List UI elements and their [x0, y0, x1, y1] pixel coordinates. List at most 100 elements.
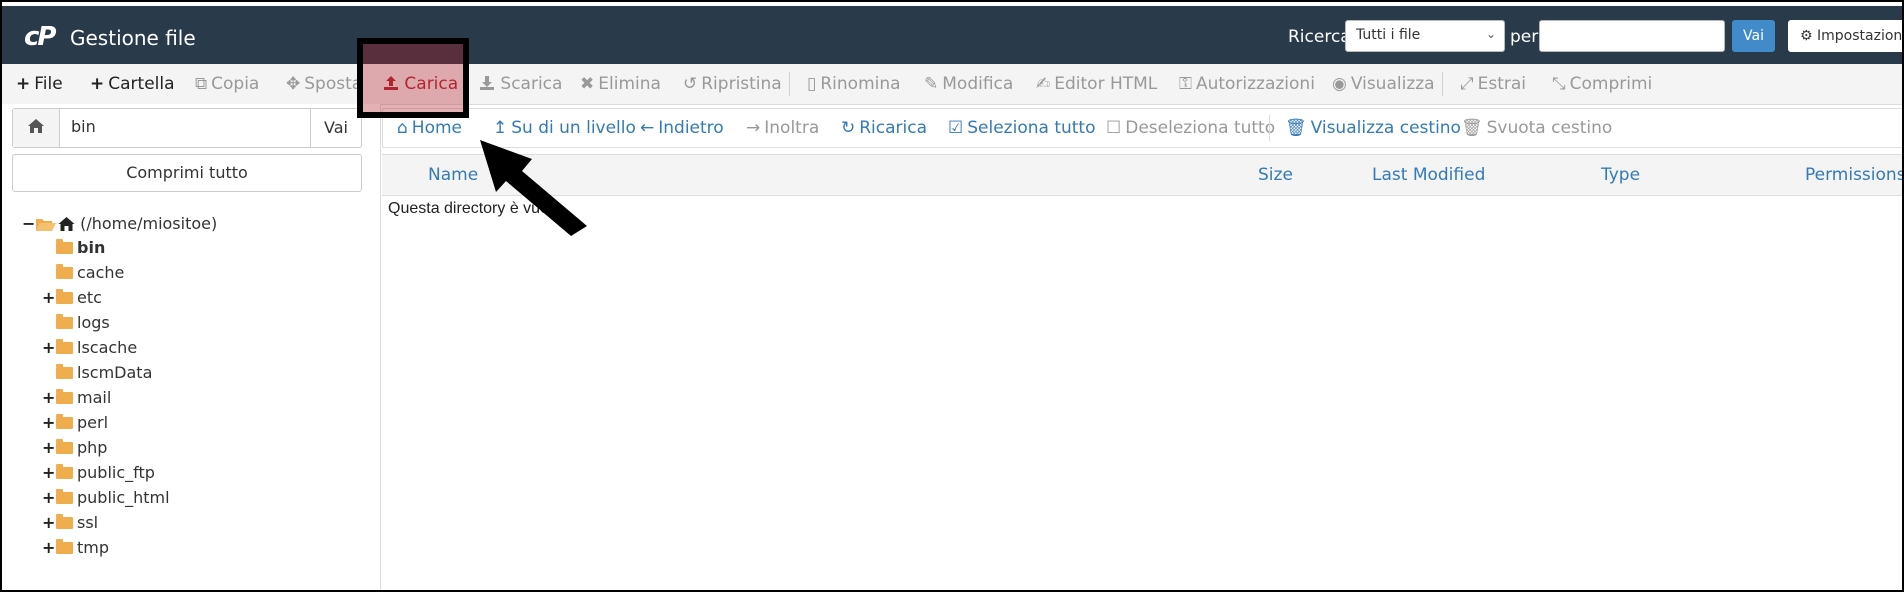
tree-item-tmp[interactable]: + tmp — [42, 538, 109, 562]
tree-item-mail[interactable]: + mail — [42, 388, 111, 412]
home-icon: ⌂ — [397, 118, 408, 138]
tree-item-label: perl — [77, 413, 109, 432]
tree-item-perl[interactable]: + perl — [42, 413, 108, 437]
collapse-toggle-icon[interactable]: − — [22, 214, 36, 233]
reload-button[interactable]: ↻ Ricarica — [841, 118, 927, 138]
column-size[interactable]: Size — [1258, 165, 1293, 185]
new-folder-button[interactable]: + Cartella — [90, 74, 175, 94]
view-button[interactable]: ◉ Visualizza — [1332, 74, 1435, 94]
folder-icon — [56, 539, 73, 554]
view-trash-button[interactable]: 🗑 Visualizza cestino — [1285, 118, 1461, 138]
tree-item-ssl[interactable]: + ssl — [42, 513, 98, 537]
settings-button[interactable]: ⚙ Impostazioni — [1788, 20, 1902, 52]
tree-root-label: (/home/miositoe) — [80, 214, 218, 233]
tree-item-lscache[interactable]: + lscache — [42, 338, 137, 362]
tree-item-logs[interactable]: logs — [42, 313, 110, 337]
tree-item-php[interactable]: + php — [42, 438, 107, 462]
folder-icon — [56, 439, 73, 454]
file-table-header: Name Size Last Modified Type Permissions — [382, 154, 1902, 196]
extract-button[interactable]: ⤢ Estrai — [1460, 74, 1526, 94]
rename-button[interactable]: ▯ Rinomina — [807, 74, 901, 94]
tree-item-cache[interactable]: cache — [42, 263, 124, 287]
tree-root[interactable]: − (/home/miositoe) — [22, 214, 217, 238]
tree-item-bin[interactable]: bin — [42, 238, 105, 262]
tree-item-label: cache — [77, 263, 125, 282]
nav-divider — [1269, 115, 1270, 141]
permissions-button[interactable]: ⚿ Autorizzazioni — [1179, 74, 1315, 94]
plus-icon: + — [90, 74, 105, 94]
per-label: per — [1510, 27, 1539, 47]
tree-item-label: tmp — [77, 538, 110, 557]
tree-item-etc[interactable]: + etc — [42, 288, 102, 312]
tree-item-public-html[interactable]: + public_html — [42, 488, 170, 512]
move-icon: ✥ — [286, 74, 301, 94]
download-button[interactable]: Scarica — [479, 74, 562, 94]
undo-icon: ↺ — [683, 74, 698, 94]
tree-item-label: logs — [77, 313, 110, 332]
compress-icon: ⤡ — [1552, 74, 1566, 94]
tree-item-public-ftp[interactable]: + public_ftp — [42, 463, 155, 487]
folder-icon — [56, 489, 73, 504]
delete-button[interactable]: ✖ Elimina — [580, 74, 661, 94]
expand-toggle-icon[interactable]: + — [42, 463, 56, 482]
search-input[interactable] — [1539, 20, 1725, 52]
folder-icon — [56, 289, 73, 304]
key-icon: ⚿ — [1179, 74, 1192, 94]
expand-toggle-icon[interactable]: + — [42, 288, 56, 307]
home-icon[interactable] — [13, 109, 60, 147]
edit-button[interactable]: ✎ Modifica — [924, 74, 1013, 94]
upload-button[interactable]: Carica — [383, 74, 458, 94]
tree-item-label: ssl — [77, 513, 99, 532]
folder-icon — [56, 414, 73, 429]
checkbox-checked-icon: ☑ — [948, 118, 964, 138]
folder-icon — [56, 264, 73, 279]
expand-toggle-icon[interactable]: + — [42, 388, 56, 407]
tree-item-lscmdata[interactable]: lscmData — [42, 363, 152, 387]
expand-toggle-icon[interactable]: + — [42, 413, 56, 432]
cpanel-logo-icon[interactable]: cP — [24, 22, 57, 52]
upload-icon — [384, 76, 398, 90]
empty-trash-button[interactable]: 🗑 Svuota cestino — [1461, 118, 1612, 138]
back-button[interactable]: ← Indietro — [640, 118, 724, 138]
up-one-level-button[interactable]: ↥ Su di un livello — [493, 118, 636, 138]
gear-icon: ⚙ — [1800, 28, 1813, 44]
tree-item-label: etc — [77, 288, 102, 307]
restore-button[interactable]: ↺ Ripristina — [683, 74, 782, 94]
tree-item-label: lscache — [77, 338, 138, 357]
collapse-all-button[interactable]: Comprimi tutto — [12, 154, 362, 192]
trash-icon: 🗑 — [1461, 118, 1483, 138]
search-go-button[interactable]: Vai — [1732, 20, 1775, 52]
search-scope-select[interactable]: Tutti i file ⌄ — [1345, 20, 1505, 52]
arrow-left-icon: ← — [640, 118, 655, 138]
home-icon — [58, 217, 75, 231]
forward-button[interactable]: → Inoltra — [746, 118, 819, 138]
column-name[interactable]: Name — [428, 165, 478, 185]
home-button[interactable]: ⌂ Home — [397, 118, 462, 138]
select-all-button[interactable]: ☑ Seleziona tutto — [948, 118, 1096, 138]
search-scope-value: Tutti i file — [1356, 27, 1421, 43]
column-type[interactable]: Type — [1601, 165, 1640, 185]
copy-button[interactable]: ⧉ Copia — [195, 74, 259, 94]
toolbar-divider — [789, 72, 790, 96]
column-last-modified[interactable]: Last Modified — [1372, 165, 1485, 185]
expand-toggle-icon[interactable]: + — [42, 338, 56, 357]
expand-toggle-icon[interactable]: + — [42, 538, 56, 557]
column-permissions[interactable]: Permissions — [1805, 165, 1902, 185]
action-toolbar: + File + Cartella ⧉ Copia ✥ Sposta Carica Sc… — [2, 64, 1902, 105]
move-button[interactable]: ✥ Sposta — [286, 74, 362, 94]
path-input[interactable]: bin — [71, 117, 96, 136]
deselect-all-button[interactable]: ☐ Deseleziona tutto — [1106, 118, 1275, 138]
arrow-right-icon: → — [746, 118, 761, 138]
expand-toggle-icon[interactable]: + — [42, 513, 56, 532]
empty-directory-message: Questa directory è vuota. — [388, 200, 567, 217]
expand-toggle-icon[interactable]: + — [42, 488, 56, 507]
file-icon: ▯ — [807, 74, 817, 94]
expand-toggle-icon[interactable]: + — [42, 438, 56, 457]
new-file-button[interactable]: + File — [16, 74, 63, 94]
compress-button[interactable]: ⤡ Comprimi — [1552, 74, 1652, 94]
tree-item-label: public_html — [77, 488, 170, 507]
folder-icon — [56, 339, 73, 354]
close-icon: ✖ — [580, 74, 595, 94]
path-go-button[interactable]: Vai — [310, 109, 361, 147]
html-editor-button[interactable]: ✍ Editor HTML — [1036, 74, 1157, 94]
